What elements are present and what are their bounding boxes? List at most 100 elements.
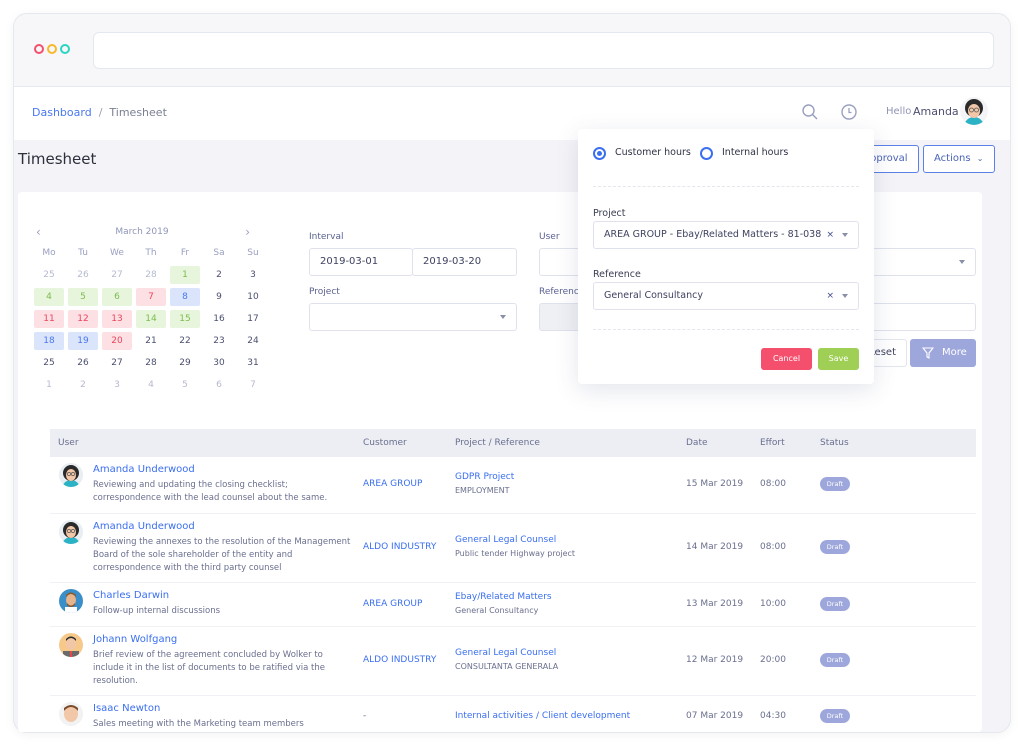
calendar-day[interactable]: 27 [102, 266, 132, 284]
clear-icon[interactable]: × [826, 283, 834, 309]
calendar-day[interactable]: 13 [102, 310, 132, 328]
calendar-day[interactable]: 4 [34, 288, 64, 306]
calendar-day[interactable]: 15 [170, 310, 200, 328]
customer-link[interactable]: ALDO INDUSTRY [363, 655, 436, 665]
calendar-day[interactable]: 17 [238, 310, 268, 328]
table-row[interactable]: Amanda Underwood Reviewing and updating … [50, 457, 976, 514]
calendar-day[interactable]: 19 [68, 332, 98, 350]
calendar-day[interactable]: 16 [204, 310, 234, 328]
minimize-window-dot-icon[interactable] [47, 44, 57, 54]
user-avatar[interactable] [960, 97, 988, 125]
close-window-dot-icon[interactable] [34, 44, 44, 54]
clear-icon[interactable]: × [826, 222, 834, 248]
calendar-month-label: March 2019 [115, 227, 169, 237]
status-badge: Draft [820, 653, 850, 667]
project-link[interactable]: General Legal Counsel [455, 535, 556, 545]
calendar-day[interactable]: 18 [34, 332, 64, 350]
popover-reference-select[interactable]: General Consultancy × [593, 282, 859, 310]
table-row[interactable]: Charles Darwin Follow-up internal discus… [50, 583, 976, 627]
popover-project-select[interactable]: AREA GROUP - Ebay/Related Matters - 81-0… [593, 221, 859, 249]
calendar-day[interactable]: 21 [136, 332, 166, 350]
column-header-project[interactable]: Project / Reference [455, 438, 540, 448]
column-header-user[interactable]: User [58, 438, 79, 448]
calendar-day[interactable]: 24 [238, 332, 268, 350]
calendar-day[interactable]: 3 [238, 266, 268, 284]
calendar-day[interactable]: 31 [238, 354, 268, 372]
calendar-day[interactable]: 14 [136, 310, 166, 328]
calendar-day[interactable]: 23 [204, 332, 234, 350]
calendar-day[interactable]: 11 [34, 310, 64, 328]
calendar-day[interactable]: 7 [238, 376, 268, 394]
calendar-day[interactable]: 4 [136, 376, 166, 394]
calendar-day[interactable]: 26 [68, 266, 98, 284]
column-header-effort[interactable]: Effort [760, 438, 785, 448]
project-link[interactable]: Internal activities / Client development [455, 711, 630, 721]
calendar-day[interactable]: 6 [102, 288, 132, 306]
search-icon[interactable] [801, 103, 819, 121]
add-hours-popover: Customer hours Internal hours Project AR… [578, 129, 874, 384]
internal-hours-radio[interactable] [700, 147, 713, 160]
breadcrumb-dashboard-link[interactable]: Dashboard [32, 106, 92, 119]
project-link[interactable]: GDPR Project [455, 472, 514, 482]
user-name-link[interactable]: Amanda Underwood [93, 464, 195, 475]
customer-hours-radio[interactable] [593, 147, 606, 160]
calendar-day[interactable]: 22 [170, 332, 200, 350]
internal-hours-label[interactable]: Internal hours [722, 147, 788, 158]
column-header-date[interactable]: Date [686, 438, 708, 448]
calendar-day[interactable]: 25 [34, 354, 64, 372]
calendar-day[interactable]: 5 [170, 376, 200, 394]
project-filter-select[interactable] [309, 303, 517, 331]
calendar-day[interactable]: 26 [68, 354, 98, 372]
user-name-link[interactable]: Isaac Newton [93, 703, 160, 714]
table-row[interactable]: Amanda Underwood Reviewing the annexes t… [50, 514, 976, 583]
actions-label: Actions [934, 153, 971, 164]
calendar-day[interactable]: 8 [170, 288, 200, 306]
table-row[interactable]: Isaac Newton Sales meeting with the Mark… [50, 696, 976, 732]
customer-link[interactable]: AREA GROUP [363, 599, 422, 609]
calendar-day[interactable]: 28 [136, 354, 166, 372]
table-row[interactable]: Johann Wolfgang Brief review of the agre… [50, 627, 976, 696]
calendar-day[interactable]: 1 [34, 376, 64, 394]
calendar-day[interactable]: 3 [102, 376, 132, 394]
customer-hours-label[interactable]: Customer hours [615, 147, 691, 158]
customer-link[interactable]: AREA GROUP [363, 479, 422, 489]
calendar-day[interactable]: 30 [204, 354, 234, 372]
clock-icon[interactable] [840, 103, 858, 121]
calendar-day[interactable]: 27 [102, 354, 132, 372]
calendar-day[interactable]: 29 [170, 354, 200, 372]
calendar-day[interactable]: 5 [68, 288, 98, 306]
right-filter-input[interactable] [868, 303, 976, 331]
calendar-day[interactable]: 28 [136, 266, 166, 284]
interval-from-input[interactable]: 2019-03-01 [309, 248, 413, 276]
table-header: User Customer Project / Reference Date E… [50, 429, 976, 457]
actions-dropdown-button[interactable]: Actions ⌄ [923, 145, 995, 173]
user-name-link[interactable]: Johann Wolfgang [93, 634, 177, 645]
project-link[interactable]: General Legal Counsel [455, 648, 556, 658]
more-filters-button[interactable]: More [910, 339, 976, 367]
interval-to-input[interactable]: 2019-03-20 [412, 248, 517, 276]
calendar-day[interactable]: 7 [136, 288, 166, 306]
user-name[interactable]: Amanda [913, 105, 959, 118]
calendar-day[interactable]: 6 [204, 376, 234, 394]
customer-link[interactable]: ALDO INDUSTRY [363, 542, 436, 552]
calendar-day[interactable]: 9 [204, 288, 234, 306]
calendar-day[interactable]: 12 [68, 310, 98, 328]
cancel-button[interactable]: Cancel [761, 348, 812, 370]
maximize-window-dot-icon[interactable] [60, 44, 70, 54]
calendar-day[interactable]: 25 [34, 266, 64, 284]
calendar-day[interactable]: 1 [170, 266, 200, 284]
right-filter-select[interactable] [868, 248, 976, 276]
calendar-day[interactable]: 20 [102, 332, 132, 350]
chevron-right-icon[interactable]: › [245, 225, 250, 239]
column-header-status[interactable]: Status [820, 438, 849, 448]
column-header-customer[interactable]: Customer [363, 438, 407, 448]
user-name-link[interactable]: Charles Darwin [93, 590, 169, 601]
popover-project-value: AREA GROUP - Ebay/Related Matters - 81-0… [604, 229, 822, 240]
calendar-day[interactable]: 2 [204, 266, 234, 284]
calendar-day[interactable]: 10 [238, 288, 268, 306]
user-name-link[interactable]: Amanda Underwood [93, 521, 195, 532]
calendar-day[interactable]: 2 [68, 376, 98, 394]
address-bar[interactable] [93, 32, 994, 69]
project-link[interactable]: Ebay/Related Matters [455, 592, 552, 602]
save-button[interactable]: Save [818, 348, 859, 370]
